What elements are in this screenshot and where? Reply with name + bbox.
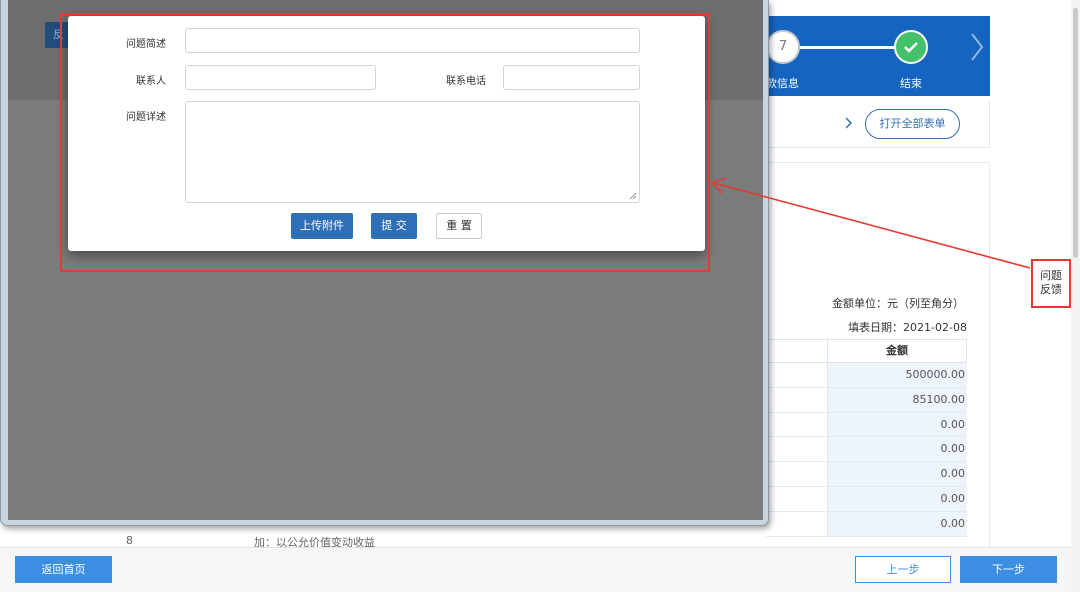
arrow-icon <box>710 177 1031 269</box>
